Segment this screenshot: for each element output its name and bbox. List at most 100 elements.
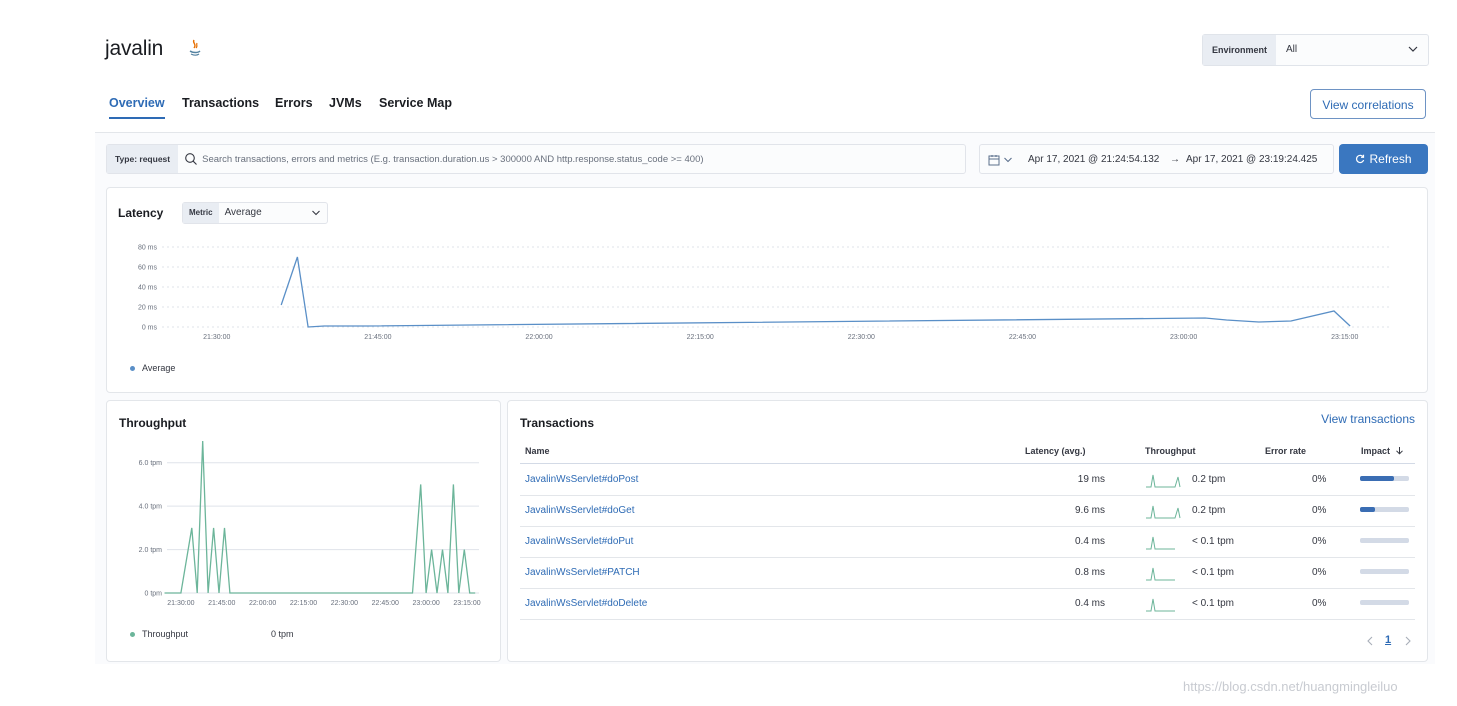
table-row: JavalinWsServlet#doDelete 0.4 ms < 0.1 tpm… xyxy=(520,588,1415,620)
column-error-rate[interactable]: Error rate xyxy=(1265,446,1306,456)
transaction-throughput: 0.2 tpm xyxy=(1192,474,1226,485)
search-bar: Type: request xyxy=(106,144,966,174)
date-arrow: → xyxy=(1170,154,1180,165)
transaction-name[interactable]: JavalinWsServlet#doPut xyxy=(525,536,633,547)
date-start[interactable]: Apr 17, 2021 @ 21:24:54.132 xyxy=(1028,154,1159,165)
transaction-latency: 19 ms xyxy=(1077,474,1105,485)
chevron-right-icon[interactable] xyxy=(1404,636,1412,646)
table-row: JavalinWsServlet#PATCH 0.8 ms < 0.1 tpm 0% xyxy=(520,557,1415,589)
y-tick-label: 60 ms xyxy=(138,265,158,272)
table-row: JavalinWsServlet#doPost 19 ms 0.2 tpm 0% xyxy=(520,464,1415,496)
transaction-latency: 0.4 ms xyxy=(1074,598,1105,609)
transaction-throughput: < 0.1 tpm xyxy=(1192,567,1234,578)
y-tick-label: 80 ms xyxy=(138,245,158,252)
sparkline-path xyxy=(1146,567,1175,581)
sparkline-path xyxy=(1146,536,1175,550)
type-filter-label[interactable]: Type: request xyxy=(107,145,179,173)
x-tick-label: 22:00:00 xyxy=(249,600,276,607)
x-tick-label: 23:15:00 xyxy=(1331,334,1358,341)
transaction-name[interactable]: JavalinWsServlet#doDelete xyxy=(525,598,647,609)
transaction-error-rate: 0% xyxy=(1312,505,1327,516)
y-tick-label: 6.0 tpm xyxy=(139,460,163,467)
series-line xyxy=(164,440,476,594)
transaction-name[interactable]: JavalinWsServlet#doPost xyxy=(525,474,638,485)
view-correlations-button[interactable]: View correlations xyxy=(1310,89,1426,119)
throughput-sparkline xyxy=(1146,536,1175,550)
column-latency[interactable]: Latency (avg.) xyxy=(1025,446,1086,456)
tab-service-map[interactable]: Service Map xyxy=(379,96,452,110)
column-throughput[interactable]: Throughput xyxy=(1145,446,1195,456)
environment-select[interactable]: Environment All xyxy=(1202,34,1429,66)
x-tick-label: 21:30:00 xyxy=(167,600,194,607)
search-icon xyxy=(185,153,197,165)
transaction-throughput: < 0.1 tpm xyxy=(1192,536,1234,547)
x-tick-label: 21:45:00 xyxy=(208,600,235,607)
throughput-sparkline xyxy=(1146,598,1175,612)
transaction-latency: 0.8 ms xyxy=(1074,567,1105,578)
impact-bar-fill xyxy=(1360,507,1375,512)
watermark: https://blog.csdn.net/huangmingleiluo xyxy=(1183,679,1398,694)
table-row: JavalinWsServlet#doPut 0.4 ms < 0.1 tpm 0% xyxy=(520,526,1415,558)
refresh-icon xyxy=(1356,154,1365,164)
date-end[interactable]: Apr 17, 2021 @ 23:19:24.425 xyxy=(1186,154,1317,165)
x-tick-label: 23:15:00 xyxy=(453,600,480,607)
transaction-name[interactable]: JavalinWsServlet#PATCH xyxy=(525,567,640,578)
tab-jvms[interactable]: JVMs xyxy=(329,96,362,110)
throughput-legend-value: 0 tpm xyxy=(271,629,294,639)
throughput-chart: 0 tpm 2.0 tpm 4.0 tpm 6.0 tpm 21:30:00 21:45:… xyxy=(139,440,481,607)
transactions-panel: Transactions View transactions Name Late… xyxy=(507,400,1428,662)
throughput-legend[interactable]: Throughput xyxy=(142,629,188,639)
throughput-sparkline xyxy=(1146,567,1175,581)
tab-errors[interactable]: Errors xyxy=(275,96,313,110)
environment-label: Environment xyxy=(1203,35,1277,65)
column-impact-label: Impact xyxy=(1361,446,1391,456)
legend-dot xyxy=(130,366,135,371)
y-tick-label: 0 tpm xyxy=(144,591,162,598)
impact-bar xyxy=(1360,538,1409,543)
tab-transactions[interactable]: Transactions xyxy=(182,96,259,110)
refresh-label: Refresh xyxy=(1369,152,1412,166)
y-tick-label: 20 ms xyxy=(138,305,158,312)
search-input[interactable] xyxy=(200,145,965,173)
transaction-latency: 9.6 ms xyxy=(1074,505,1105,516)
transaction-throughput: 0.2 tpm xyxy=(1192,505,1226,516)
latency-legend[interactable]: Average xyxy=(142,363,175,373)
date-range-picker: Apr 17, 2021 @ 21:24:54.132 → Apr 17, 20… xyxy=(979,144,1334,174)
x-tick-label: 23:00:00 xyxy=(413,600,440,607)
environment-value: All xyxy=(1286,44,1298,55)
chevron-left-icon[interactable] xyxy=(1366,636,1374,646)
x-tick-label: 22:15:00 xyxy=(687,334,714,341)
x-tick-label: 21:45:00 xyxy=(364,334,391,341)
impact-bar xyxy=(1360,507,1409,512)
column-name[interactable]: Name xyxy=(525,446,550,456)
sparkline-path xyxy=(1146,474,1181,488)
impact-bar xyxy=(1360,600,1409,605)
java-icon xyxy=(189,39,201,56)
transaction-error-rate: 0% xyxy=(1312,567,1327,578)
y-tick-label: 2.0 tpm xyxy=(139,547,163,554)
view-transactions-link[interactable]: View transactions xyxy=(1321,412,1415,426)
tab-overview[interactable]: Overview xyxy=(109,96,165,119)
chevron-down-icon[interactable] xyxy=(1003,155,1013,165)
transaction-name[interactable]: JavalinWsServlet#doGet xyxy=(525,505,635,516)
sparkline-path xyxy=(1146,505,1181,519)
page-title: javalin xyxy=(105,37,164,60)
x-tick-label: 22:00:00 xyxy=(525,334,552,341)
y-tick-label: 40 ms xyxy=(138,285,158,292)
transaction-latency: 0.4 ms xyxy=(1074,536,1105,547)
x-tick-label: 23:00:00 xyxy=(1170,334,1197,341)
x-tick-label: 21:30:00 xyxy=(203,334,230,341)
series-line xyxy=(280,256,1351,328)
column-impact[interactable]: Impact xyxy=(1361,446,1404,456)
latency-panel: Latency Metric Average 0 ms 20 ms 40 ms 60 … xyxy=(106,187,1428,393)
table-row: JavalinWsServlet#doGet 9.6 ms 0.2 tpm 0% xyxy=(520,495,1415,527)
impact-bar-fill xyxy=(1360,476,1395,481)
throughput-sparkline xyxy=(1146,474,1181,488)
calendar-icon[interactable] xyxy=(988,154,1000,166)
sort-down-icon xyxy=(1395,447,1403,455)
transaction-throughput: < 0.1 tpm xyxy=(1192,598,1234,609)
pagination-page[interactable]: 1 xyxy=(1385,634,1391,646)
impact-bar xyxy=(1360,476,1409,481)
refresh-button[interactable]: Refresh xyxy=(1339,144,1428,174)
transaction-error-rate: 0% xyxy=(1312,536,1327,547)
